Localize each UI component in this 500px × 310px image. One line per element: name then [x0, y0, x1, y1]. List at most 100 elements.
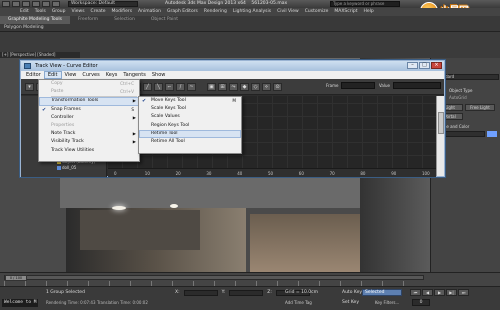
- value-field[interactable]: [393, 82, 441, 89]
- menu-item-move-keys-tool[interactable]: ✔ Move Keys Tool M: [139, 97, 241, 105]
- undo-icon[interactable]: [32, 1, 40, 7]
- menu-item-copy[interactable]: Copy Ctrl+C: [39, 80, 139, 88]
- previous-frame-icon[interactable]: ◀: [422, 289, 433, 296]
- show-all-tangents-icon[interactable]: ◇: [251, 83, 260, 91]
- object-type-rollout[interactable]: Object Type: [449, 88, 473, 93]
- menu-item-region-keys-tool[interactable]: Region Keys Tool: [139, 122, 241, 130]
- show-keyable-icon[interactable]: ◆: [240, 83, 249, 91]
- tangent-fast-icon[interactable]: ╱: [143, 83, 152, 91]
- tv-menu-edit[interactable]: Edit: [43, 71, 62, 79]
- submenu-arrow-icon: ▶: [132, 139, 136, 145]
- tv-menu-view[interactable]: View: [62, 71, 80, 79]
- tab-selection[interactable]: Selection: [106, 16, 143, 24]
- add-time-tag-button[interactable]: Add Time Tag: [285, 300, 312, 305]
- maximize-icon[interactable]: □: [419, 62, 430, 69]
- menu-views[interactable]: Views: [72, 8, 85, 16]
- rendering-time: Rendering Time: 0:07:43: [46, 300, 96, 305]
- menu-item-retime-tool[interactable]: Retime Tool: [139, 129, 241, 138]
- menu-item-scale-keys-tool[interactable]: Scale Keys Tool: [139, 105, 241, 113]
- tv-menu-keys[interactable]: Keys: [103, 71, 121, 79]
- ribbon-panel-title[interactable]: Polygon Modeling: [4, 24, 44, 32]
- scene-lamp: [170, 204, 178, 208]
- tv-menu-editor[interactable]: Editor: [23, 71, 44, 79]
- object-icon: [57, 166, 61, 170]
- project-folder-icon[interactable]: [52, 1, 60, 7]
- frame-field[interactable]: [341, 82, 375, 89]
- autogrid-checkbox[interactable]: AutoGrid: [449, 95, 467, 100]
- tv-menu-tangents[interactable]: Tangents: [120, 71, 148, 79]
- scrollbar-thumb[interactable]: [438, 112, 444, 134]
- tree-item[interactable]: doll_05: [57, 165, 76, 170]
- new-file-icon[interactable]: [2, 1, 10, 7]
- menu-customize[interactable]: Customize: [305, 8, 329, 16]
- tab-freeform[interactable]: Freeform: [70, 16, 106, 24]
- menu-graph-editors[interactable]: Graph Editors: [167, 8, 198, 16]
- menu-animation[interactable]: Animation: [138, 8, 161, 16]
- edit-dropdown-menu: Copy Ctrl+C Paste Ctrl+V Transformation To…: [38, 79, 140, 162]
- menu-group[interactable]: Group: [52, 8, 66, 16]
- snap-frames-icon[interactable]: ⊞: [218, 83, 227, 91]
- lock-tangents-icon[interactable]: ⊙: [273, 83, 282, 91]
- minimize-icon[interactable]: –: [407, 62, 418, 69]
- menu-item-scale-values[interactable]: Scale Values: [139, 113, 241, 121]
- free-light-button[interactable]: Free Light: [465, 104, 495, 111]
- play-icon[interactable]: ▶: [434, 289, 445, 296]
- time-tick-label: 90: [391, 171, 397, 176]
- tv-menu-curves[interactable]: Curves: [79, 71, 102, 79]
- menu-item-note-track[interactable]: Note Track ▶: [39, 130, 139, 138]
- menu-rendering[interactable]: Rendering: [204, 8, 227, 16]
- time-slider[interactable]: 0 / 100: [4, 275, 424, 281]
- next-frame-icon[interactable]: ▶|: [446, 289, 457, 296]
- param-curve-oor-icon[interactable]: ⤳: [229, 83, 238, 91]
- tv-menu-show[interactable]: Show: [149, 71, 169, 79]
- menu-item-track-view-utilities[interactable]: Track View Utilities: [39, 147, 139, 155]
- tangent-smooth-icon[interactable]: ~: [187, 83, 196, 91]
- object-color-swatch[interactable]: [487, 131, 497, 137]
- search-input[interactable]: Type a keyword or phrase: [330, 1, 400, 7]
- redo-icon[interactable]: [42, 1, 50, 7]
- tab-graphite-modeling-tools[interactable]: Graphite Modeling Tools: [0, 16, 71, 24]
- open-file-icon[interactable]: [12, 1, 20, 7]
- tangent-step-icon[interactable]: ⌐: [165, 83, 174, 91]
- menu-edit[interactable]: Edit: [20, 8, 29, 16]
- vertical-scrollbar[interactable]: [436, 96, 444, 176]
- key-mode-dropdown[interactable]: Selected: [362, 289, 402, 296]
- close-icon[interactable]: ×: [431, 62, 442, 69]
- menu-item-snap-frames[interactable]: ✔ Snap Frames S: [39, 106, 139, 114]
- track-view-time-ruler[interactable]: 0 10 20 30 40 50 60 70 80 90 100: [108, 168, 436, 177]
- lock-selection-icon[interactable]: ▣: [207, 83, 216, 91]
- set-key-button[interactable]: Set Key: [342, 300, 359, 305]
- menu-civil-view[interactable]: Civil View: [277, 8, 299, 16]
- save-file-icon[interactable]: [22, 1, 30, 7]
- menu-modifiers[interactable]: Modifiers: [112, 8, 133, 16]
- time-tick-label: 60: [298, 171, 304, 176]
- menu-item-paste[interactable]: Paste Ctrl+V: [39, 88, 139, 96]
- x-coordinate-field[interactable]: [183, 290, 218, 296]
- key-filters-button[interactable]: Key Filters...: [375, 300, 399, 305]
- y-coordinate-field[interactable]: [229, 290, 264, 296]
- menu-item-properties[interactable]: Properties: [39, 122, 139, 130]
- auto-key-button[interactable]: Auto Key: [342, 290, 362, 295]
- show-tangents-icon[interactable]: ⋄: [262, 83, 271, 91]
- maxscript-listener[interactable]: Welcome to M: [2, 299, 38, 307]
- menu-maxscript[interactable]: MAXScript: [334, 8, 357, 16]
- workspace-dropdown[interactable]: Workspace: Default: [68, 1, 138, 7]
- filters-icon[interactable]: ▾: [25, 83, 34, 91]
- tab-object-paint[interactable]: Object Paint: [143, 16, 186, 24]
- track-view-title-bar[interactable]: Track View - Curve Editor: [21, 61, 444, 71]
- go-to-end-icon[interactable]: ⏭: [458, 289, 469, 296]
- menu-create[interactable]: Create: [91, 8, 106, 16]
- ribbon: Graphite Modeling Tools Freeform Selecti…: [0, 16, 500, 32]
- current-frame-field[interactable]: 0: [412, 299, 430, 306]
- menu-help[interactable]: Help: [363, 8, 373, 16]
- tangent-linear-icon[interactable]: /: [176, 83, 185, 91]
- menu-lighting-analysis[interactable]: Lighting Analysis: [233, 8, 271, 16]
- menu-item-retime-all-tool[interactable]: Retime All Tool: [139, 138, 241, 146]
- menu-item-transformation-tools[interactable]: Transformation Tools ▶: [39, 97, 139, 106]
- menu-item-visibility-track[interactable]: Visibility Track ▶: [39, 138, 139, 146]
- playback-controls: ⏮ ◀ ▶ ▶| ⏭: [410, 289, 469, 296]
- menu-tools[interactable]: Tools: [35, 8, 46, 16]
- go-to-start-icon[interactable]: ⏮: [410, 289, 421, 296]
- menu-item-controller[interactable]: Controller ▶: [39, 114, 139, 122]
- tangent-slow-icon[interactable]: ╲: [154, 83, 163, 91]
